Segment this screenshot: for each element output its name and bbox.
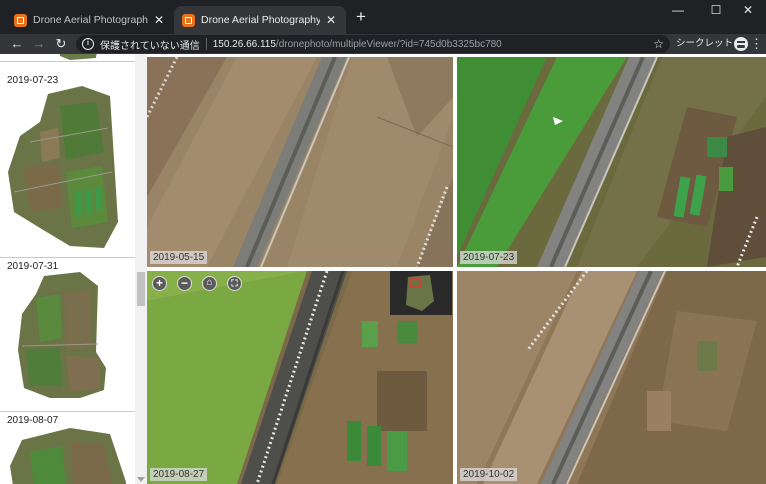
- fullscreen-icon[interactable]: ⛶: [227, 276, 242, 291]
- aerial-image: [457, 271, 766, 484]
- page-content: 2019-07-23 2019-07-31 2019-08-07 2019-05…: [0, 54, 766, 484]
- orthomosaic-thumbnail: [59, 54, 97, 60]
- close-icon[interactable]: ✕: [152, 13, 166, 27]
- scroll-down-arrow-icon[interactable]: [137, 477, 145, 482]
- app-favicon-icon: [14, 13, 27, 27]
- address-bar[interactable]: i 保護されていない通信 150.26.66.115/dronephoto/mu…: [76, 35, 670, 53]
- browser-toolbar: ← → ↻ i 保護されていない通信 150.26.66.115/droneph…: [0, 34, 766, 54]
- thumbnail-date: 2019-07-31: [7, 261, 59, 272]
- tab-title: Drone Aerial Photography Mana: [201, 14, 320, 26]
- orthomosaic-thumbnail: [8, 86, 118, 248]
- browser-tab[interactable]: Drone Aerial Photography Mana ✕: [6, 6, 174, 34]
- tab-strip: Drone Aerial Photography Mana ✕ Drone Ae…: [0, 0, 766, 34]
- minimize-button[interactable]: —: [660, 0, 696, 20]
- sidebar-scrollbar[interactable]: [135, 54, 147, 484]
- app-favicon-icon: [182, 13, 195, 27]
- pane-date-label: 2019-10-02: [460, 468, 518, 481]
- star-icon[interactable]: ☆: [653, 35, 664, 53]
- thumbnail-sidebar: 2019-07-23 2019-07-31 2019-08-07: [0, 54, 147, 484]
- orthomosaic-thumbnail: [18, 272, 106, 398]
- close-icon[interactable]: ✕: [324, 13, 338, 27]
- pane-date-label: 2019-05-15: [150, 251, 208, 264]
- aerial-image: [147, 57, 453, 267]
- incognito-icon[interactable]: [734, 37, 748, 51]
- overview-minimap[interactable]: [390, 271, 452, 315]
- minimap-image: [406, 275, 434, 311]
- menu-dots-icon[interactable]: ⋮: [750, 35, 763, 53]
- new-tab-button[interactable]: +: [352, 8, 370, 26]
- info-icon[interactable]: i: [82, 38, 94, 50]
- aerial-image: [457, 57, 766, 267]
- thumbnail-item[interactable]: [0, 54, 135, 62]
- window-close-button[interactable]: ✕: [730, 0, 766, 20]
- map-pane[interactable]: 2019-07-23: [457, 57, 766, 267]
- map-pane[interactable]: + − ⌂ ⛶ 2019-08-27: [147, 271, 453, 484]
- thumbnail-date: 2019-07-23: [7, 75, 59, 86]
- maximize-button[interactable]: ☐: [698, 0, 734, 20]
- zoom-in-icon[interactable]: +: [152, 276, 167, 291]
- thumbnail-item[interactable]: 2019-07-23: [0, 72, 135, 258]
- browser-tab-active[interactable]: Drone Aerial Photography Mana ✕: [174, 6, 346, 34]
- map-pane[interactable]: 2019-10-02: [457, 271, 766, 484]
- divider: [205, 38, 207, 50]
- thumbnail-date: 2019-08-07: [7, 415, 59, 426]
- url-path: /dronephoto/multipleViewer/?id=745d0b332…: [275, 38, 502, 50]
- zoom-out-icon[interactable]: −: [177, 276, 192, 291]
- multiple-viewer: 2019-05-15 2019-07-23 + − ⌂ ⛶ 2019-08-27…: [147, 54, 766, 484]
- map-pane[interactable]: 2019-05-15: [147, 57, 453, 267]
- forward-arrow-icon[interactable]: →: [30, 35, 48, 53]
- pane-date-label: 2019-08-27: [150, 468, 208, 481]
- thumbnail-item[interactable]: 2019-07-31: [0, 258, 135, 412]
- tab-title: Drone Aerial Photography Mana: [33, 14, 148, 26]
- url-host: 150.26.66.115: [212, 38, 276, 50]
- pane-date-label: 2019-07-23: [460, 251, 518, 264]
- scrollbar-thumb[interactable]: [137, 272, 145, 306]
- thumbnail-item[interactable]: 2019-08-07: [0, 412, 135, 484]
- back-arrow-icon[interactable]: ←: [8, 35, 26, 53]
- incognito-label: シークレット: [676, 38, 734, 49]
- home-icon[interactable]: ⌂: [202, 276, 217, 291]
- security-status: 保護されていない通信: [100, 40, 200, 52]
- reload-icon[interactable]: ↻: [52, 35, 70, 53]
